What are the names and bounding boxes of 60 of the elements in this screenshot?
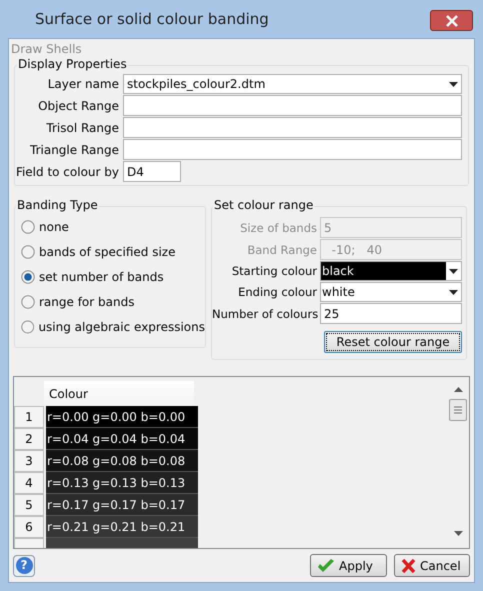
table-cell: r=0.08 g=0.08 b=0.08	[46, 450, 198, 472]
radio-option[interactable]: set number of bands	[21, 267, 205, 287]
colour-dropdown[interactable]: black	[320, 261, 462, 281]
section-title: Draw Shells	[11, 42, 83, 56]
input-field[interactable]	[123, 139, 462, 160]
help-button[interactable]: ?	[13, 554, 35, 576]
field-label: Trisol Range	[45, 120, 120, 134]
group-title: Banding Type	[16, 198, 99, 212]
row-header[interactable]: 1	[14, 406, 44, 428]
scroll-up-icon[interactable]	[454, 387, 462, 392]
radio-option[interactable]: bands of specified size	[21, 242, 205, 262]
dropdown-arrow-icon	[449, 82, 458, 86]
field-label: Number of colours	[212, 306, 320, 320]
input-field[interactable]	[123, 95, 462, 116]
table-cell: r=0.13 g=0.13 b=0.13	[46, 472, 198, 494]
close-icon	[446, 14, 458, 26]
row-header[interactable]: 5	[14, 494, 44, 516]
group-title: Set colour range	[213, 198, 314, 212]
radio-option[interactable]: range for bands	[21, 292, 205, 312]
radio-button[interactable]	[21, 295, 35, 309]
scroll-thumb[interactable]	[449, 399, 467, 421]
table-cell: r=0.04 g=0.04 b=0.04	[46, 428, 198, 450]
radio-button[interactable]	[21, 270, 35, 284]
dropdown-arrow-icon	[449, 268, 458, 274]
row-header[interactable]: 4	[14, 472, 44, 494]
row-header[interactable]: 3	[14, 450, 44, 472]
radio-button[interactable]	[21, 320, 34, 334]
input-field[interactable]: D4	[123, 161, 181, 182]
apply-button[interactable]: Apply	[310, 554, 387, 577]
input-field[interactable]: 25	[320, 303, 462, 324]
window-title: Surface or solid colour banding	[35, 8, 269, 30]
radio-option[interactable]: using algebraic expressions	[21, 317, 205, 337]
radio-button[interactable]	[21, 245, 35, 259]
field-label: Band Range	[246, 242, 318, 256]
row-header[interactable]: 6	[14, 516, 44, 538]
input-field[interactable]	[123, 117, 462, 138]
column-header[interactable]: Colour	[44, 381, 194, 406]
field-label: Size of bands	[239, 220, 318, 234]
radio-option[interactable]: none	[21, 217, 205, 237]
table-cell: r=0.00 g=0.00 b=0.00	[46, 406, 198, 428]
field-label: Field to colour by	[15, 164, 120, 178]
reset-colour-range-button[interactable]: Reset colour range	[324, 331, 462, 353]
table-cell: r=0.17 g=0.17 b=0.17	[46, 494, 198, 516]
table-cell: r=0.21 g=0.21 b=0.21	[46, 516, 198, 538]
radio-button[interactable]	[21, 220, 35, 234]
field-label: Layer name	[46, 77, 120, 91]
field-label: Triangle Range	[29, 142, 120, 156]
checkmark-icon	[317, 558, 335, 572]
field-label: Ending colour	[237, 285, 318, 299]
cross-icon	[401, 558, 416, 572]
dropdown-arrow-icon	[449, 290, 458, 294]
scroll-down-icon[interactable]	[454, 531, 462, 536]
field-label: Starting colour	[230, 264, 318, 278]
colour-dropdown[interactable]: white	[320, 282, 462, 302]
row-header[interactable]: 2	[14, 428, 44, 450]
field-label: Object Range	[37, 98, 120, 112]
layer-name-dropdown[interactable]: stockpiles_colour2.dtm	[123, 74, 462, 94]
cancel-button[interactable]: Cancel	[394, 554, 470, 577]
close-button[interactable]	[430, 10, 473, 31]
group-title: Display Properties	[17, 57, 128, 71]
